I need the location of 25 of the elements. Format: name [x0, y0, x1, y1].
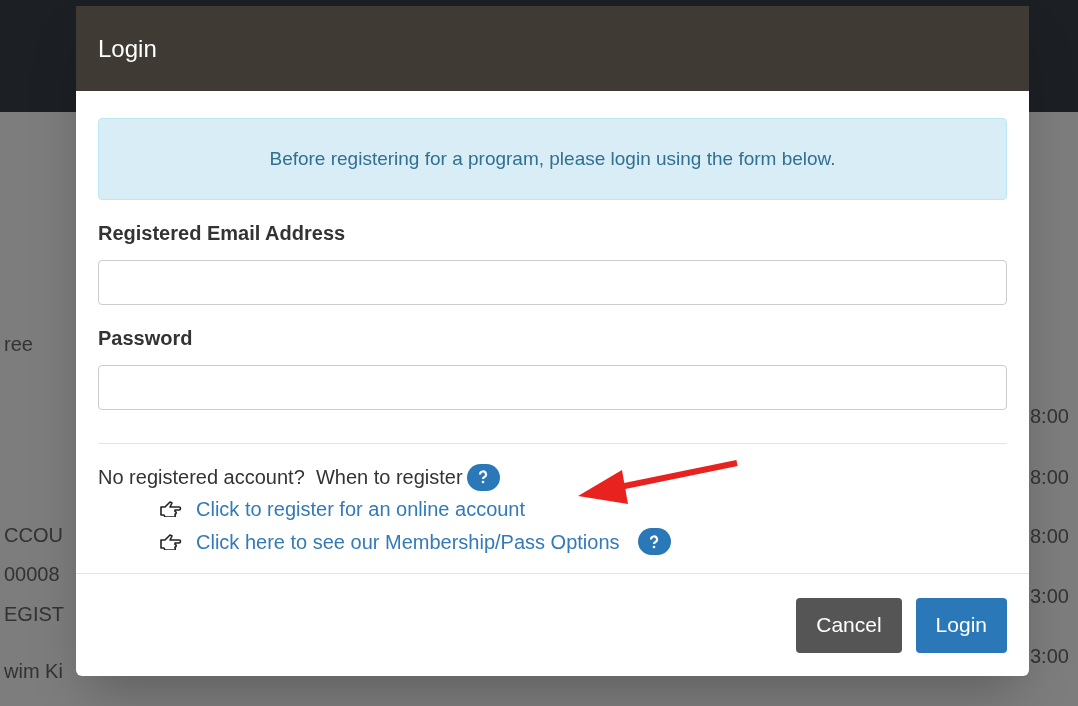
input-field[interactable]	[98, 260, 1007, 305]
table-cell-text: 8:00	[1030, 524, 1069, 549]
table-cell-text: 3:00	[1030, 644, 1069, 669]
table-cell-text: 00008	[4, 562, 60, 587]
field-label: Registered Email Address	[98, 221, 347, 246]
pointing-hand-icon	[160, 533, 182, 550]
input-field[interactable]	[98, 365, 1007, 410]
login-button[interactable]: Login	[915, 597, 1007, 653]
help-icon[interactable]	[637, 528, 671, 555]
dialog-title: Login	[98, 33, 157, 64]
register-prompt: No registered account? When to register	[98, 465, 463, 490]
table-cell-text: CCOU	[4, 523, 63, 548]
register-link[interactable]: Click to register for an online account	[196, 493, 526, 524]
pointing-hand-icon	[160, 500, 182, 517]
table-cell-text: 3:00	[1030, 584, 1069, 609]
info-notice: Before registering for a program, please login using the form below.	[98, 118, 1007, 200]
cancel-button[interactable]: Cancel	[796, 597, 902, 653]
table-cell-text: 8:00	[1030, 404, 1069, 429]
register-link[interactable]: Click here to see our Membership/Pass Options	[196, 526, 620, 557]
table-cell-text: wim Ki	[4, 659, 63, 684]
table-cell-text: EGIST	[4, 602, 64, 627]
field-label: Password	[98, 326, 194, 351]
table-cell-text: 8:00	[1030, 465, 1069, 490]
help-icon[interactable]	[466, 463, 500, 491]
table-cell-text: ree	[4, 332, 33, 357]
